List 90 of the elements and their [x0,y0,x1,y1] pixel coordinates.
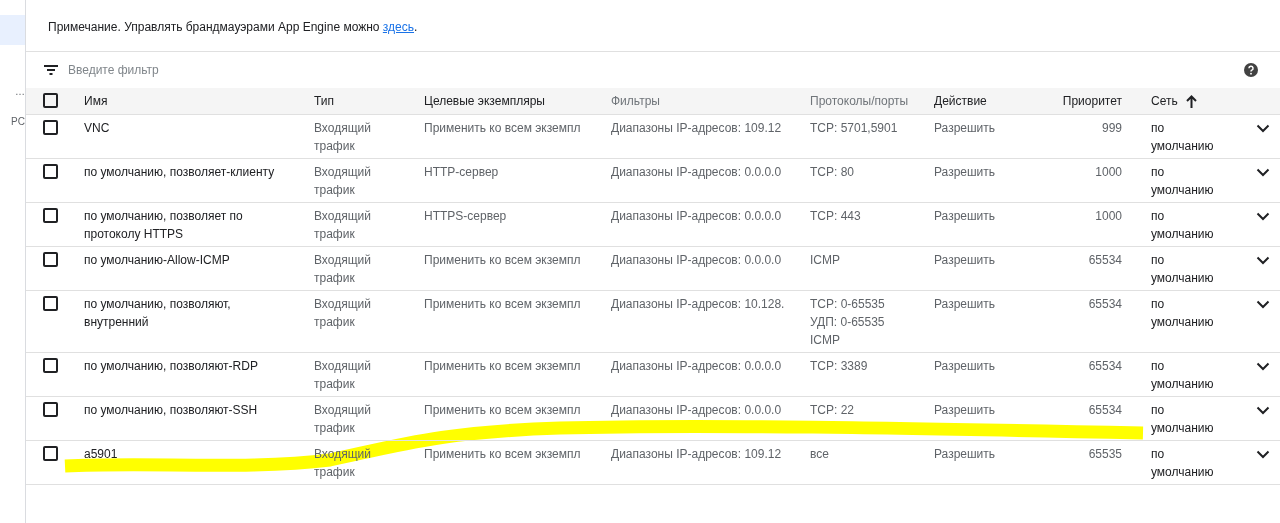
targets-cell-text: Применить ко всем экземпл [424,446,582,463]
protocol-text: TCP: 5701,5901 [810,120,899,137]
filters-cell-text: Диапазоны IP-адресов: 109.12 [611,120,783,137]
rule-name: по умолчанию, позволяет-клиенту [84,164,276,181]
row-checkbox[interactable] [43,446,58,461]
column-header[interactable]: Фильтры [611,92,660,110]
column-header[interactable]: Имя [84,92,108,110]
filters-cell-text: Диапазоны IP-адресов: 10.128. [611,296,786,313]
type-cell-text: Входящий трафик [314,296,372,331]
priority-cell-text: 999 [1100,120,1123,137]
action-cell-text: Разрешить [934,164,997,181]
targets-cell-text: Применить ко всем экземпл [424,358,582,375]
rule-name: VNC [84,120,111,137]
type-cell-text: Входящий трафик [314,402,372,437]
network-cell-text: по умолчанию [1151,402,1215,437]
targets-cell-text: Применить ко всем экземпл [424,252,582,269]
network-cell-text: по умолчанию [1151,358,1215,393]
network-cell-text: по умолчанию [1151,164,1215,199]
protocol-text: ICMP [810,252,841,269]
select-all-checkbox[interactable] [43,93,58,108]
protocol-text: УДП: 0-65535 [810,314,886,331]
rule-name: по умолчанию, позволяют, внутренний [84,296,232,331]
action-cell-text: Разрешить [934,296,997,313]
type-cell-text: Входящий трафик [314,208,372,243]
column-header[interactable]: Протоколы/порты [810,92,909,110]
column-header[interactable]: Целевые экземпляры [424,92,545,110]
filters-cell-text: Диапазоны IP-адресов: 109.12 [611,446,783,463]
row-checkbox[interactable] [43,208,58,223]
action-cell-text: Разрешить [934,358,997,375]
targets-cell-text: HTTPS-сервер [424,208,508,225]
priority-cell-text: 1000 [1094,208,1123,225]
rule-name: по умолчанию, позволяют-RDP [84,358,259,375]
filters-cell-text: Диапазоны IP-адресов: 0.0.0.0 [611,358,783,375]
protocol-text: ICMP [810,332,841,349]
here-link[interactable]: здесь [382,20,414,34]
targets-cell-text: Применить ко всем экземпл [424,296,582,313]
rule-name: по умолчанию, позволяют-SSH [84,402,259,419]
network-cell-text: по умолчанию [1151,446,1215,481]
row-checkbox[interactable] [43,252,58,267]
row-checkbox[interactable] [43,120,58,135]
filter-icon[interactable] [44,65,58,75]
priority-cell-text: 65535 [1087,446,1123,463]
network-cell-text: по умолчанию [1151,296,1215,331]
type-cell-text: Входящий трафик [314,446,372,481]
row-checkbox[interactable] [43,402,58,417]
protocol-text: TCP: 80 [810,164,855,181]
action-cell-text: Разрешить [934,120,997,137]
action-cell-text: Разрешить [934,252,997,269]
rule-name: по умолчанию, позволяет по протоколу HTTPS [84,208,244,243]
column-header[interactable]: Действие [934,92,987,110]
action-cell-text: Разрешить [934,446,997,463]
priority-cell-text: 1000 [1094,164,1123,181]
network-cell-text: по умолчанию [1151,252,1215,287]
type-cell-text: Входящий трафик [314,164,372,199]
priority-cell-text: 65534 [1087,402,1123,419]
protocol-text: TCP: 0-65535 [810,296,886,313]
type-cell-text: Входящий трафик [314,252,372,287]
targets-cell-text: Применить ко всем экземпл [424,402,582,419]
action-cell-text: Разрешить [934,208,997,225]
type-cell-text: Входящий трафик [314,358,372,393]
priority-cell-text: 65534 [1087,296,1123,313]
protocol-text: TCP: 3389 [810,358,869,375]
filters-cell-text: Диапазоны IP-адресов: 0.0.0.0 [611,164,783,181]
row-checkbox[interactable] [43,296,58,311]
rule-name: по умолчанию-Allow-ICMP [84,252,231,269]
protocol-text: TCP: 22 [810,402,855,419]
row-checkbox[interactable] [43,164,58,179]
action-cell-text: Разрешить [934,402,997,419]
priority-cell-text: 65534 [1087,358,1123,375]
note-text: Примечание. Управлять брандмауэрами App Engine можно здесь. [26,0,1280,52]
column-header[interactable]: Приоритет [1062,92,1122,110]
protocol-text: TCP: 443 [810,208,862,225]
filters-cell-text: Диапазоны IP-адресов: 0.0.0.0 [611,208,783,225]
targets-cell-text: Применить ко всем экземпл [424,120,582,137]
help-icon[interactable] [1244,63,1258,77]
filters-cell-text: Диапазоны IP-адресов: 0.0.0.0 [611,252,783,269]
rule-name: a5901 [84,446,119,463]
network-cell-text: по умолчанию [1151,208,1215,243]
sort-arrow-icon[interactable] [1185,94,1197,108]
column-header[interactable]: Тип [314,92,334,110]
network-cell-text: по умолчанию [1151,120,1215,155]
filters-cell-text: Диапазоны IP-адресов: 0.0.0.0 [611,402,783,419]
column-header[interactable]: Сеть [1151,92,1178,110]
nav-item[interactable]: PC [0,115,25,151]
priority-cell-text: 65534 [1087,252,1123,269]
targets-cell-text: HTTP-сервер [424,164,500,181]
type-cell-text: Входящий трафик [314,120,372,155]
nav-item[interactable]: … [0,85,25,115]
protocol-text: все [810,446,830,463]
row-checkbox[interactable] [43,358,58,373]
